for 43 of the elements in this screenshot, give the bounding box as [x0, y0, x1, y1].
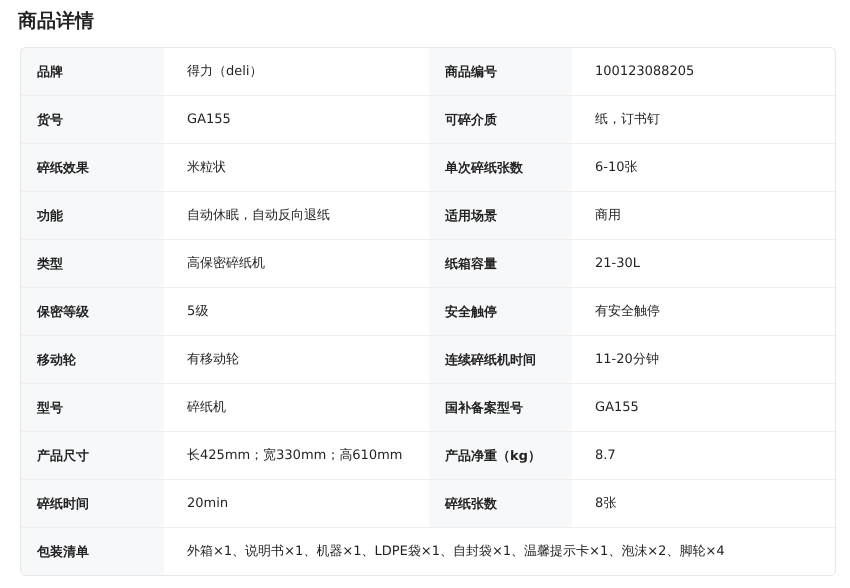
spec-value: 100123088205 — [594, 62, 696, 80]
spec-label: 纸箱容量 — [429, 240, 572, 287]
spec-label: 碎纸时间 — [21, 480, 164, 527]
spec-value: GA155 — [594, 398, 640, 416]
spec-label: 安全触停 — [429, 288, 572, 335]
spec-value: 21-30L — [594, 254, 642, 272]
spec-label: 产品净重（kg） — [429, 432, 572, 479]
spec-value: 米粒状 — [186, 158, 227, 176]
spec-label: 商品编号 — [429, 48, 572, 95]
spec-label: 单次碎纸张数 — [429, 144, 572, 191]
spec-value: 碎纸机 — [186, 398, 227, 416]
spec-label: 碎纸效果 — [21, 144, 164, 191]
spec-value: 长425mm；宽330mm；高610mm — [186, 446, 404, 464]
spec-label: 功能 — [21, 192, 164, 239]
spec-label: 包装清单 — [21, 528, 164, 575]
spec-label: 连续碎纸机时间 — [429, 336, 572, 383]
spec-label: 品牌 — [21, 48, 164, 95]
spec-value: 高保密碎纸机 — [186, 254, 266, 272]
spec-value: 得力（deli） — [186, 62, 264, 80]
spec-value: 有移动轮 — [186, 350, 240, 368]
spec-value: 8张 — [594, 494, 618, 512]
spec-value: 8.7 — [594, 446, 617, 464]
spec-value: 外箱×1、说明书×1、机器×1、LDPE袋×1、自封袋×1、温馨提示卡×1、泡沫×2、脚轮×4 — [186, 542, 726, 560]
spec-label: 碎纸张数 — [429, 480, 572, 527]
spec-value: 商用 — [594, 206, 622, 224]
spec-value: 11-20分钟 — [594, 350, 660, 368]
spec-label: 保密等级 — [21, 288, 164, 335]
section-title: 商品详情 — [18, 9, 95, 34]
spec-label: 型号 — [21, 384, 164, 431]
spec-value: 20min — [186, 494, 230, 512]
spec-label: 移动轮 — [21, 336, 164, 383]
spec-value: 有安全触停 — [594, 302, 661, 320]
spec-label: 类型 — [21, 240, 164, 287]
spec-value: 5级 — [186, 302, 210, 320]
spec-label: 产品尺寸 — [21, 432, 164, 479]
spec-value: GA155 — [186, 110, 232, 128]
spec-value: 6-10张 — [594, 158, 639, 176]
spec-value: 自动休眠，自动反向退纸 — [186, 206, 331, 224]
spec-label: 货号 — [21, 96, 164, 143]
spec-label: 国补备案型号 — [429, 384, 572, 431]
spec-label: 适用场景 — [429, 192, 572, 239]
spec-label: 可碎介质 — [429, 96, 572, 143]
spec-value: 纸，订书钉 — [594, 110, 661, 128]
